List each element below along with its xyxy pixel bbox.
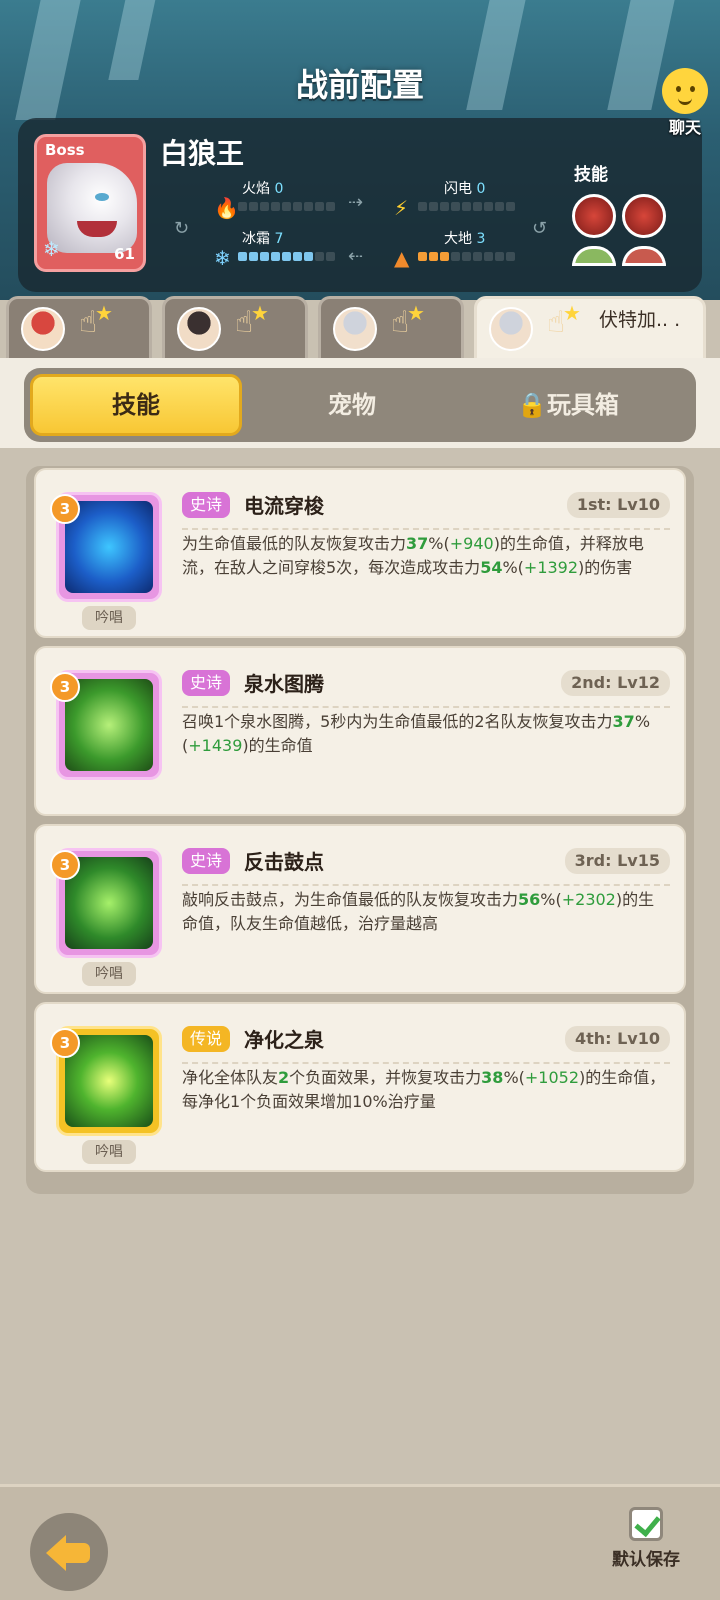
rarity-tag: 史诗	[182, 848, 231, 874]
back-arrow-icon	[46, 1535, 66, 1571]
bottom-bar: 默认保存	[0, 1484, 720, 1600]
boss-info-panel: Boss ❄ 61 白狼王 🔥 火焰 0 ⚡ 闪电 0 ❄ 冰霜 7 ▲ 大地 …	[18, 118, 702, 292]
swap-arrow-icon: ⇢	[348, 192, 364, 213]
stat-frost-bar	[238, 252, 335, 261]
skill-description: 为生命值最低的队友恢复攻击力37%(+940)的生命值，并释放电流，在敌人之间穿…	[182, 534, 644, 577]
skill-name: 电流穿梭	[244, 494, 324, 518]
tab-toybox[interactable]: 🔒玩具箱	[462, 374, 674, 436]
stat-lightning-value: 0	[476, 181, 486, 197]
stat-earth-bar	[418, 252, 515, 261]
hero-avatar	[333, 307, 377, 351]
star-level-badge: 3	[50, 1028, 80, 1058]
hero-avatar	[489, 307, 533, 351]
hero-name: 伏特加.. .	[599, 309, 681, 331]
hero-tab-2[interactable]: ☝ ★	[162, 296, 308, 358]
stat-lightning-bar	[418, 202, 515, 211]
default-save-toggle[interactable]: 默认保存	[606, 1507, 686, 1570]
star-level-badge: 3	[50, 850, 80, 880]
hero-tabs: ☝ ★ ☝ ★ ☝ ★ ☝ ★ 伏特加.. .	[0, 296, 720, 360]
hero-tab-1[interactable]: ☝ ★	[6, 296, 152, 358]
skill-description: 净化全体队友2个负面效果，并恢复攻击力38%(+1052)的生命值，每净化1个负…	[182, 1068, 666, 1111]
skill-name: 反击鼓点	[244, 850, 324, 874]
boss-tag: Boss	[45, 141, 85, 159]
star-level-badge: 3	[50, 672, 80, 702]
boss-portrait[interactable]: Boss ❄ 61	[34, 134, 146, 272]
rarity-tag: 史诗	[182, 670, 231, 696]
chat-button[interactable]: 聊天	[654, 68, 716, 138]
rarity-tag: 史诗	[182, 492, 231, 518]
skill-description: 敲响反击鼓点，为生命值最低的队友恢复攻击力56%(+2302)的生命值，队友生命…	[182, 890, 655, 933]
chat-emoji-icon	[662, 68, 708, 114]
tab-skills[interactable]: 技能	[30, 374, 242, 436]
skill-list: 3 吟唱 史诗 电流穿梭 1st: Lv10 为生命值最低的队友恢复攻击力37%…	[26, 466, 694, 1194]
boss-skill-icon[interactable]	[572, 194, 616, 238]
skill-name: 泉水图腾	[244, 672, 324, 696]
stat-fire-bar	[238, 202, 335, 211]
hero-avatar	[177, 307, 221, 351]
swap-arrow-icon: ⇠	[348, 246, 364, 267]
boss-skill-icon[interactable]	[572, 246, 616, 266]
stat-frost-label: 冰霜	[242, 231, 270, 247]
star-icon: ★	[95, 301, 113, 325]
lock-icon: 🔒	[517, 391, 547, 419]
hero-tab-3[interactable]: ☝ ★	[318, 296, 464, 358]
skill-level: 1st: Lv10	[566, 492, 670, 518]
star-icon: ★	[251, 301, 269, 325]
chant-tag: 吟唱	[82, 606, 136, 630]
chant-tag: 吟唱	[82, 962, 136, 986]
checkbox-checked-icon	[629, 1507, 663, 1541]
stat-fire-label: 火焰	[242, 181, 270, 197]
frost-icon: ❄	[214, 246, 231, 270]
star-level-badge: 3	[50, 494, 80, 524]
stat-frost-value: 7	[274, 231, 284, 247]
star-icon: ★	[407, 301, 425, 325]
skill-description: 召唤1个泉水图腾，5秒内为生命值最低的2名队友恢复攻击力37%(+1439)的生…	[182, 712, 651, 755]
hero-avatar	[21, 307, 65, 351]
lightning-icon: ⚡	[394, 196, 409, 220]
tab-toybox-label: 玩具箱	[546, 391, 619, 419]
default-save-label: 默认保存	[612, 1550, 680, 1570]
swap-arrow-icon: ↻	[174, 218, 190, 239]
skill-card[interactable]: 3 吟唱 史诗 反击鼓点 3rd: Lv15 敲响反击鼓点，为生命值最低的队友恢…	[34, 824, 686, 994]
fire-icon: 🔥	[214, 196, 239, 220]
boss-skills-label: 技能	[574, 165, 608, 185]
stat-fire-value: 0	[274, 181, 284, 197]
back-button[interactable]	[30, 1513, 108, 1591]
frost-element-icon: ❄	[43, 237, 60, 261]
skill-level: 2nd: Lv12	[561, 670, 670, 696]
tab-pets[interactable]: 宠物	[246, 374, 458, 436]
chat-label: 聊天	[668, 118, 701, 137]
skill-level: 4th: Lv10	[564, 1026, 670, 1052]
stat-earth-label: 大地	[444, 231, 472, 247]
skill-card[interactable]: 3 史诗 泉水图腾 2nd: Lv12 召唤1个泉水图腾，5秒内为生命值最低的2…	[34, 646, 686, 816]
rarity-tag: 传说	[182, 1026, 231, 1052]
stat-lightning: ⚡ 闪电 0	[394, 178, 554, 220]
boss-skill-icon[interactable]	[622, 194, 666, 238]
skill-level: 3rd: Lv15	[564, 848, 670, 874]
stat-lightning-label: 闪电	[444, 181, 472, 197]
skill-card[interactable]: 3 吟唱 史诗 电流穿梭 1st: Lv10 为生命值最低的队友恢复攻击力37%…	[34, 468, 686, 638]
skill-name: 净化之泉	[244, 1028, 324, 1052]
page-title: 战前配置	[295, 66, 424, 104]
earth-icon: ▲	[394, 246, 410, 270]
skill-card[interactable]: 3 吟唱 传说 净化之泉 4th: Lv10 净化全体队友2个负面效果，并恢复攻…	[34, 1002, 686, 1172]
stat-earth: ▲ 大地 3	[394, 228, 554, 270]
chant-tag: 吟唱	[82, 1140, 136, 1164]
swap-arrow-icon: ↺	[532, 218, 548, 239]
main-tab-bar: 技能 宠物 🔒玩具箱	[24, 368, 696, 442]
boss-level: 61	[114, 245, 135, 263]
stat-earth-value: 3	[476, 231, 486, 247]
boss-skill-icon[interactable]	[622, 246, 666, 266]
star-icon: ★	[563, 301, 581, 325]
boss-name: 白狼王	[160, 137, 245, 170]
white-wolf-icon	[47, 163, 137, 253]
hero-tab-4[interactable]: ☝ ★ 伏特加.. .	[474, 296, 706, 358]
